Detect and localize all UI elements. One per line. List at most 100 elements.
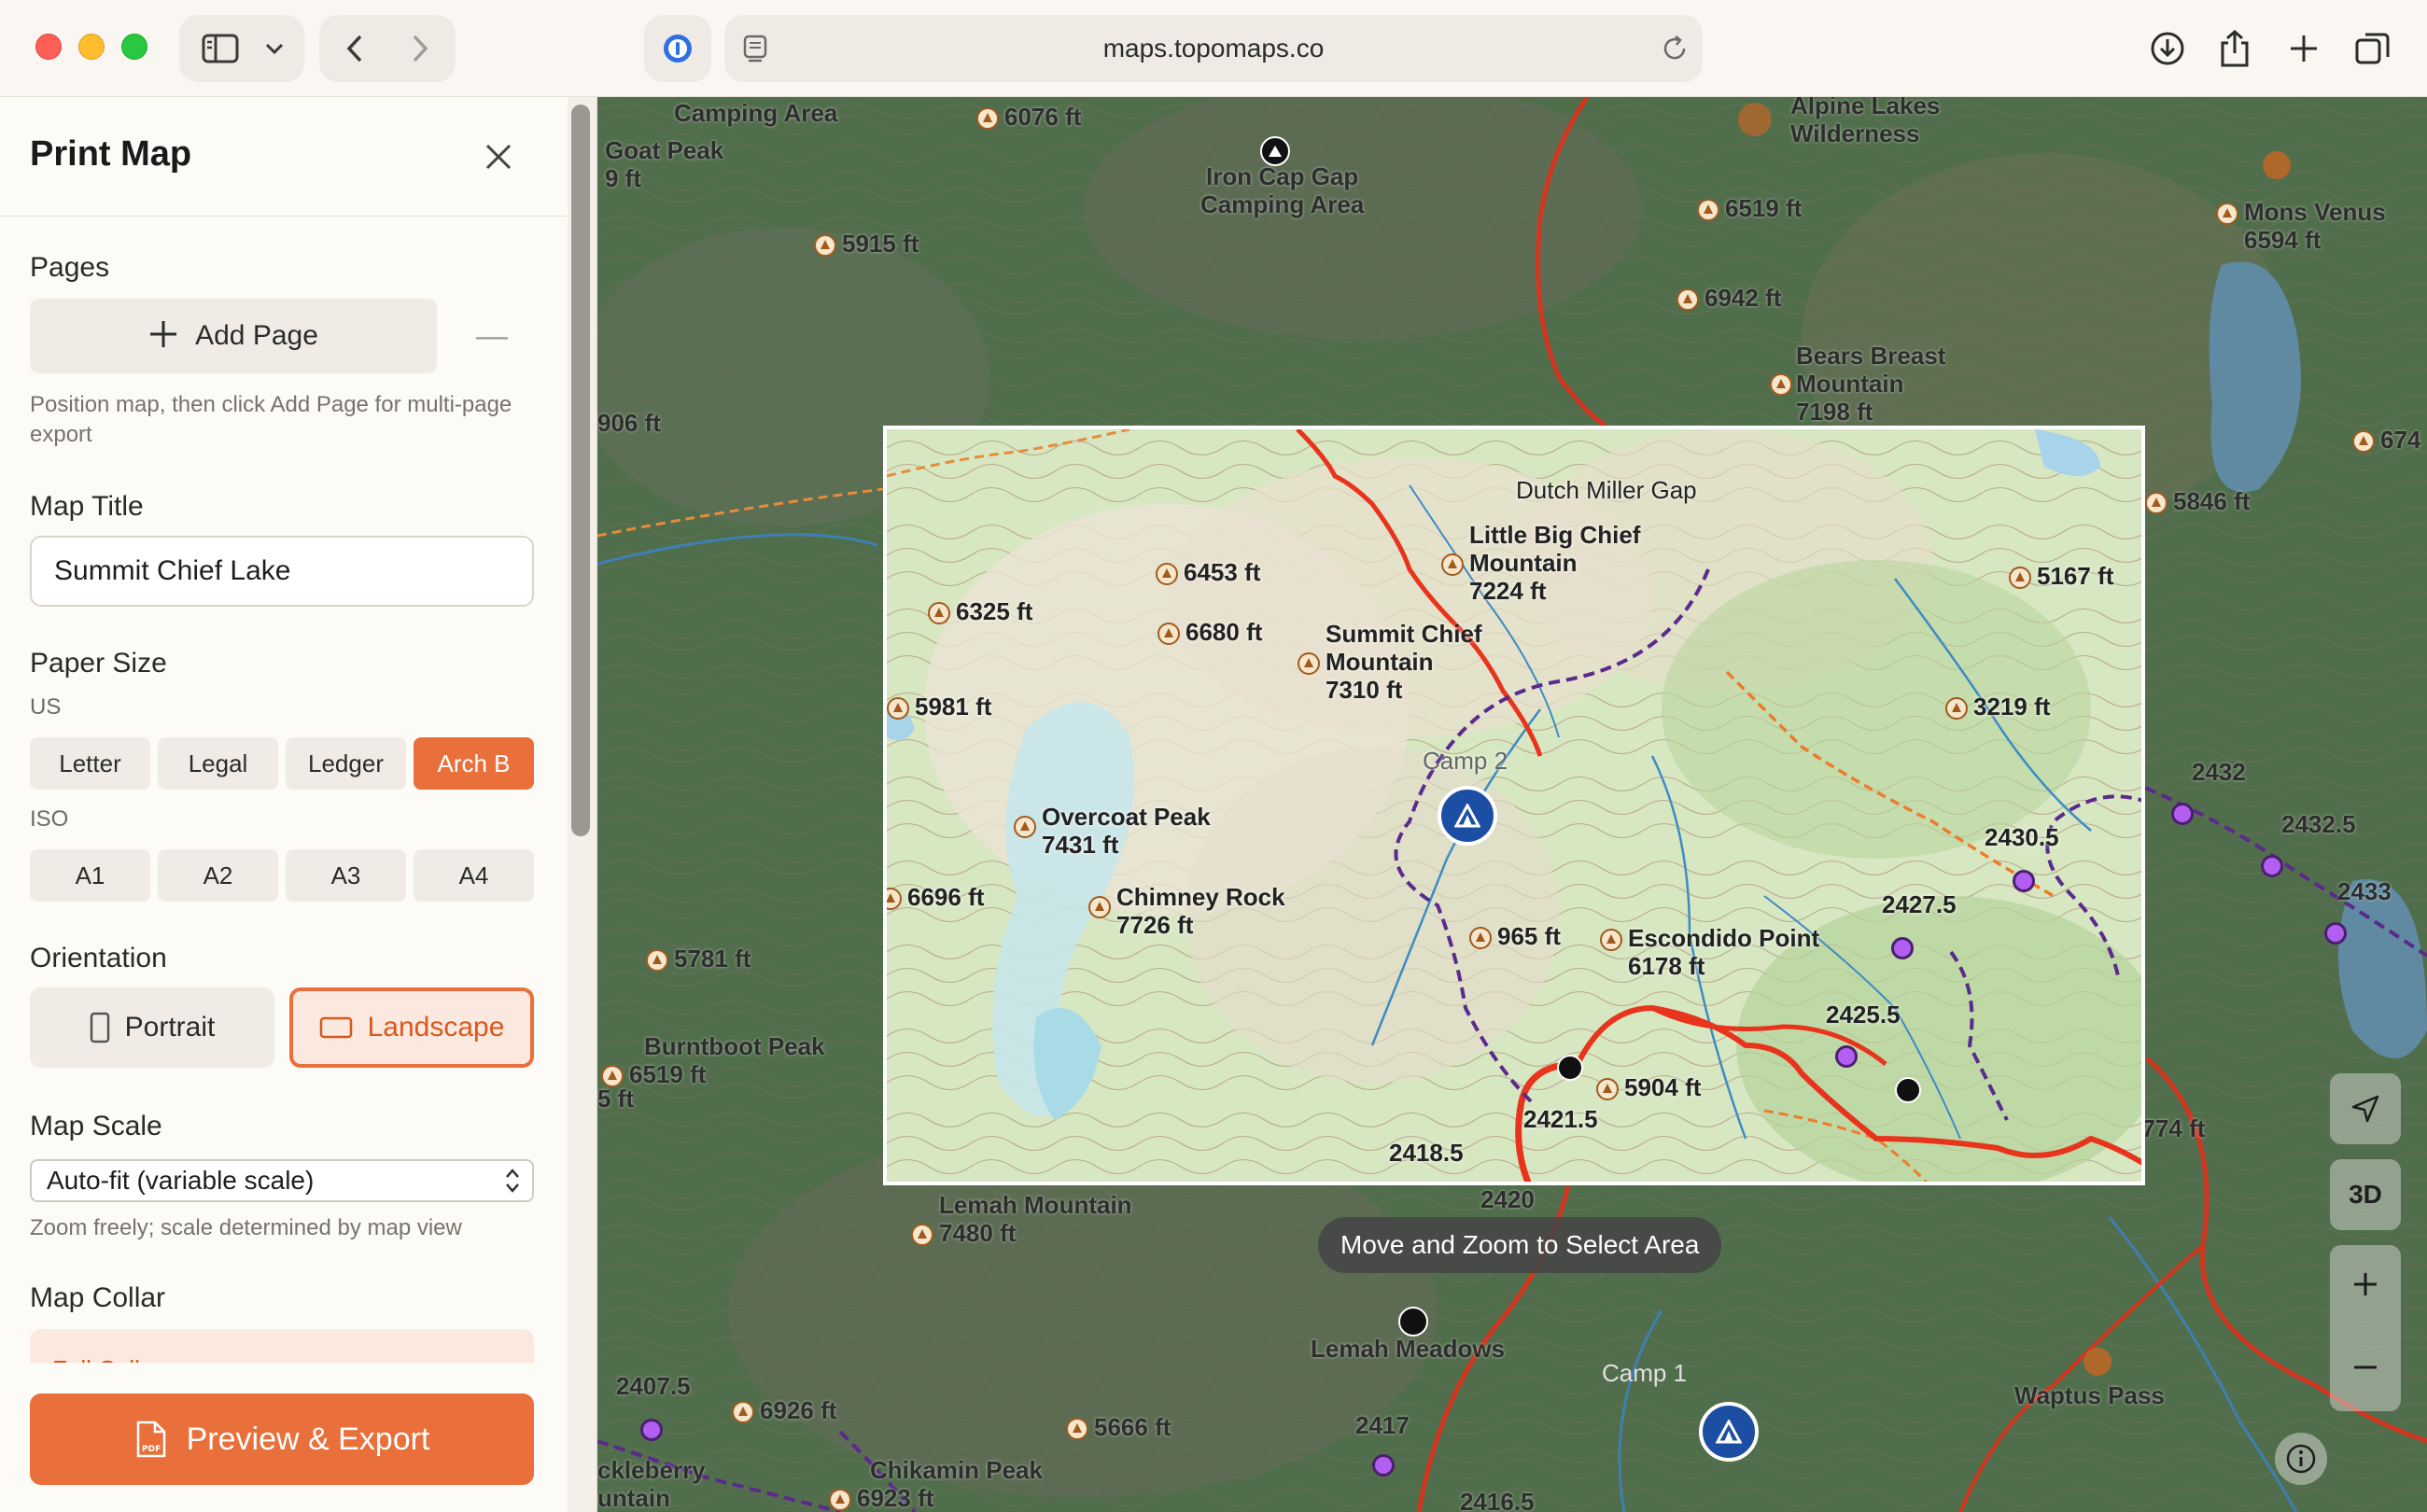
paper-option-a3[interactable]: A3 <box>286 849 406 902</box>
downloads-icon[interactable] <box>2134 15 2201 82</box>
close-window-button[interactable] <box>35 34 62 60</box>
campsite-icon[interactable] <box>1557 1055 1583 1081</box>
map-label-goat-peak: Goat Peak 9 ft <box>605 136 724 192</box>
password-manager-icon[interactable] <box>644 15 711 82</box>
browser-toolbar: maps.topomaps.co <box>0 0 2427 97</box>
back-arrow-icon[interactable] <box>327 15 383 82</box>
share-icon[interactable] <box>2201 15 2268 82</box>
paper-option-a2[interactable]: A2 <box>158 849 278 902</box>
map-label-chimney-rock: Chimney Rock 7726 ft <box>1088 883 1285 939</box>
forward-arrow-icon[interactable] <box>392 15 448 82</box>
add-page-button[interactable]: Add Page <box>30 299 437 373</box>
landmark-icon <box>2263 151 2291 179</box>
remove-page-button[interactable]: — <box>457 299 526 373</box>
map-label-wp-2427-5: 2427.5 <box>1882 890 1957 918</box>
peak-icon <box>1156 563 1178 586</box>
waypoint-marker[interactable] <box>1372 1454 1395 1477</box>
info-icon[interactable] <box>2275 1433 2327 1485</box>
map-title-input[interactable] <box>30 536 534 607</box>
locate-me-button[interactable] <box>2330 1073 2401 1144</box>
tab-overview-icon[interactable] <box>2339 15 2406 82</box>
peak-icon <box>1066 1418 1088 1441</box>
print-map-panel: Print Map Pages Add Page — Position map,… <box>0 97 597 1512</box>
waypoint-marker[interactable] <box>1835 1045 1858 1068</box>
paper-us-options: Letter Legal Ledger Arch B <box>30 737 534 790</box>
paper-option-letter[interactable]: Letter <box>30 737 150 790</box>
map-canvas[interactable]: Camping Area 6076 ft Goat Peak 9 ft Iron … <box>597 97 2427 1512</box>
campsite-icon[interactable] <box>1398 1307 1428 1337</box>
map-collar-heading: Map Collar <box>30 1282 166 1313</box>
map-label-camping-area: Camping Area <box>674 99 838 127</box>
close-icon[interactable] <box>478 136 519 177</box>
campsite-icon[interactable] <box>1895 1077 1921 1103</box>
landscape-icon <box>319 1016 353 1039</box>
waypoint-marker[interactable] <box>2013 870 2035 892</box>
map-scale-value: Auto-fit (variable scale) <box>47 1166 315 1195</box>
campsite-icon[interactable] <box>1260 136 1290 166</box>
preview-export-button[interactable]: PDF Preview & Export <box>30 1393 534 1485</box>
map-label-peak-5846: 5846 ft <box>2145 487 2250 515</box>
panel-title: Print Map <box>30 134 192 174</box>
waypoint-marker[interactable] <box>640 1419 663 1441</box>
waypoint-marker[interactable] <box>1891 937 1914 959</box>
orientation-portrait-button[interactable]: Portrait <box>30 987 274 1068</box>
paper-option-a1[interactable]: A1 <box>30 849 150 902</box>
map-label-peak-6696: 6696 ft <box>887 883 984 911</box>
reload-icon[interactable] <box>1660 34 1690 68</box>
waypoint-marker[interactable] <box>2171 803 2194 825</box>
print-area-selection[interactable]: Dutch Miller Gap Little Big Chief Mountai… <box>883 426 2145 1185</box>
add-page-label: Add Page <box>195 320 318 351</box>
portrait-label: Portrait <box>124 1012 216 1043</box>
map-label-wp-2420: 2420 <box>1480 1185 1535 1213</box>
map-label-peak-5904: 5904 ft <box>1596 1073 1701 1101</box>
panel-scrollbar-thumb[interactable] <box>571 105 590 836</box>
panel-header: Print Map <box>0 97 568 217</box>
address-bar[interactable]: maps.topomaps.co <box>724 15 1703 82</box>
peak-icon <box>2216 203 2238 226</box>
paper-option-legal[interactable]: Legal <box>158 737 278 790</box>
location-arrow-icon <box>2351 1095 2379 1123</box>
zoom-in-icon[interactable] <box>2351 1270 2379 1303</box>
paper-option-arch-b[interactable]: Arch B <box>414 737 534 790</box>
chevron-down-icon[interactable] <box>254 15 295 82</box>
map-label-camp-1: Camp 1 <box>1602 1359 1688 1387</box>
peak-icon <box>976 107 999 131</box>
map-label-little-big-chief: Little Big Chief Mountain 7224 ft <box>1441 521 1640 605</box>
map-label-summit-chief: Summit Chief Mountain 7310 ft <box>1298 620 1482 704</box>
peak-icon <box>814 234 836 258</box>
map-label-dutch-miller-gap: Dutch Miller Gap <box>1516 476 1697 504</box>
peak-icon <box>1676 288 1699 312</box>
maximize-window-button[interactable] <box>121 34 147 60</box>
zoom-out-icon[interactable] <box>2351 1353 2379 1386</box>
orientation-landscape-button[interactable]: Landscape <box>289 987 534 1068</box>
paper-option-a4[interactable]: A4 <box>414 849 534 902</box>
paper-us-label: US <box>30 694 62 720</box>
camp-1-marker[interactable] <box>1699 1402 1759 1462</box>
sidebar-toggle-icon[interactable] <box>192 15 248 82</box>
toggle-3d-button[interactable]: 3D <box>2330 1159 2401 1230</box>
map-label-peak-5981: 5981 ft <box>887 693 991 721</box>
map-label-peak-6076: 6076 ft <box>976 103 1081 131</box>
map-label-wp-2432-5: 2432.5 <box>2281 810 2356 838</box>
peak-icon <box>1945 697 1968 721</box>
map-label-burntboot-peak: Burntboot Peak 6519 ft <box>601 1032 825 1088</box>
history-nav-group <box>319 15 456 82</box>
peak-icon <box>1298 652 1320 676</box>
map-scale-select[interactable]: Auto-fit (variable scale) <box>30 1159 534 1202</box>
waypoint-marker[interactable] <box>2261 855 2283 877</box>
paper-option-ledger[interactable]: Ledger <box>286 737 406 790</box>
map-label-wp-2425-5: 2425.5 <box>1826 1001 1901 1029</box>
peak-icon <box>1157 623 1180 646</box>
map-label-chikamin-peak: Chikamin Peak 6923 ft <box>829 1456 1043 1512</box>
map-label-peak-6680: 6680 ft <box>1157 618 1262 646</box>
minimize-window-button[interactable] <box>78 34 105 60</box>
map-label-camp-2: Camp 2 <box>1423 747 1508 775</box>
peak-icon <box>2009 567 2031 590</box>
map-label-peak-6453: 6453 ft <box>1156 558 1260 586</box>
select-arrows-icon <box>504 1167 521 1197</box>
camp-2-marker[interactable] <box>1438 786 1497 846</box>
waypoint-marker[interactable] <box>2324 922 2347 945</box>
map-label-overcoat-peak: Overcoat Peak 7431 ft <box>1014 803 1211 859</box>
new-tab-icon[interactable] <box>2270 15 2337 82</box>
map-scale-hint: Zoom freely; scale determined by map vie… <box>30 1215 462 1240</box>
